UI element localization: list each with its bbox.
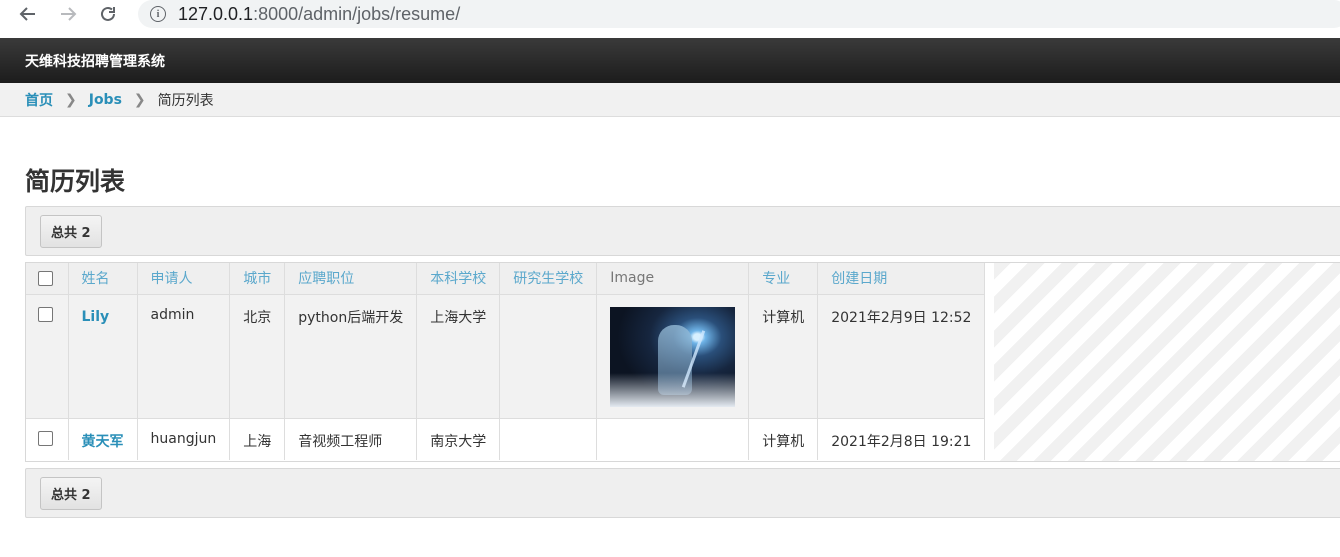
url-text: 127.0.0.1:8000/admin/jobs/resume/ bbox=[178, 4, 460, 25]
position-cell: python后端开发 bbox=[284, 294, 418, 419]
results-table: 姓名 申请人 城市 应聘职位 本科学校 研究生学校 Image 专业 创建日期 … bbox=[26, 263, 986, 460]
total-count-button[interactable]: 总共 2 bbox=[40, 476, 102, 510]
name-cell: Lily bbox=[68, 294, 138, 419]
total-count-button[interactable]: 总共 2 bbox=[40, 214, 102, 248]
bachelor-school-cell: 上海大学 bbox=[416, 294, 501, 419]
photo-glow bbox=[610, 372, 736, 407]
address-bar[interactable]: i 127.0.0.1:8000/admin/jobs/resume/ bbox=[138, 0, 1340, 28]
table-header-row: 姓名 申请人 城市 应聘职位 本科学校 研究生学校 Image 专业 创建日期 bbox=[26, 263, 986, 295]
admin-header: 天维科技招聘管理系统 bbox=[0, 38, 1340, 83]
city-cell: 上海 bbox=[229, 418, 286, 460]
applicant-cell: huangjun bbox=[137, 418, 231, 460]
site-title[interactable]: 天维科技招聘管理系统 bbox=[25, 51, 165, 71]
results-table-container: 姓名 申请人 城市 应聘职位 本科学校 研究生学校 Image 专业 创建日期 … bbox=[25, 262, 1340, 462]
row-checkbox[interactable] bbox=[38, 430, 53, 446]
created-cell: 2021年2月8日 19:21 bbox=[817, 418, 986, 460]
row-select-cell bbox=[26, 418, 69, 460]
browser-toolbar: i 127.0.0.1:8000/admin/jobs/resume/ bbox=[0, 0, 1340, 30]
back-arrow-icon[interactable] bbox=[17, 3, 39, 25]
bachelor-school-cell: 南京大学 bbox=[416, 418, 501, 460]
select-all-header bbox=[26, 263, 69, 295]
row-select-cell bbox=[26, 294, 69, 419]
name-cell: 黄天军 bbox=[68, 418, 138, 460]
column-header-master-school[interactable]: 研究生学校 bbox=[499, 263, 598, 295]
breadcrumb-jobs-link[interactable]: Jobs bbox=[89, 92, 122, 108]
bottom-actions-bar: 总共 2 bbox=[25, 468, 1340, 518]
page-title: 简历列表 bbox=[25, 167, 126, 196]
master-school-cell bbox=[499, 418, 598, 460]
top-actions-bar: 总共 2 bbox=[25, 206, 1340, 256]
table-row: 黄天军 huangjun 上海 音视频工程师 南京大学 计算机 2021年2月8… bbox=[26, 418, 986, 460]
chevron-right-icon: ❯ bbox=[133, 91, 146, 108]
forward-arrow-icon[interactable] bbox=[57, 3, 79, 25]
info-icon[interactable]: i bbox=[150, 6, 166, 22]
empty-area bbox=[994, 263, 1340, 461]
url-host: 127.0.0.1 bbox=[178, 3, 254, 24]
breadcrumb: 首页 ❯ Jobs ❯ 简历列表 bbox=[0, 83, 1340, 117]
column-header-name[interactable]: 姓名 bbox=[68, 263, 138, 295]
column-header-created[interactable]: 创建日期 bbox=[817, 263, 986, 295]
resume-name-link[interactable]: 黄天军 bbox=[82, 434, 124, 450]
created-cell: 2021年2月9日 12:52 bbox=[817, 294, 986, 419]
city-cell: 北京 bbox=[229, 294, 286, 419]
major-cell: 计算机 bbox=[748, 418, 819, 460]
master-school-cell bbox=[499, 294, 598, 419]
reload-icon[interactable] bbox=[97, 3, 119, 25]
position-cell: 音视频工程师 bbox=[284, 418, 418, 460]
column-header-applicant[interactable]: 申请人 bbox=[137, 263, 231, 295]
column-header-position[interactable]: 应聘职位 bbox=[284, 263, 418, 295]
resume-name-link[interactable]: Lily bbox=[82, 309, 110, 325]
table-row: Lily admin 北京 python后端开发 上海大学 计算机 2021年2… bbox=[26, 294, 986, 419]
breadcrumb-home-link[interactable]: 首页 bbox=[25, 90, 53, 110]
image-cell bbox=[596, 294, 750, 419]
select-all-checkbox[interactable] bbox=[38, 270, 53, 286]
row-checkbox[interactable] bbox=[38, 306, 53, 322]
applicant-cell: admin bbox=[137, 294, 231, 419]
major-cell: 计算机 bbox=[748, 294, 819, 419]
resume-photo-thumbnail bbox=[610, 306, 736, 407]
breadcrumb-current: 简历列表 bbox=[157, 92, 214, 109]
column-header-city[interactable]: 城市 bbox=[229, 263, 286, 295]
column-header-image: Image bbox=[596, 263, 750, 295]
column-header-major[interactable]: 专业 bbox=[748, 263, 819, 295]
column-header-bachelor-school[interactable]: 本科学校 bbox=[416, 263, 501, 295]
chevron-right-icon: ❯ bbox=[65, 91, 77, 108]
image-cell bbox=[596, 418, 750, 460]
url-path: :8000/admin/jobs/resume/ bbox=[253, 3, 461, 24]
